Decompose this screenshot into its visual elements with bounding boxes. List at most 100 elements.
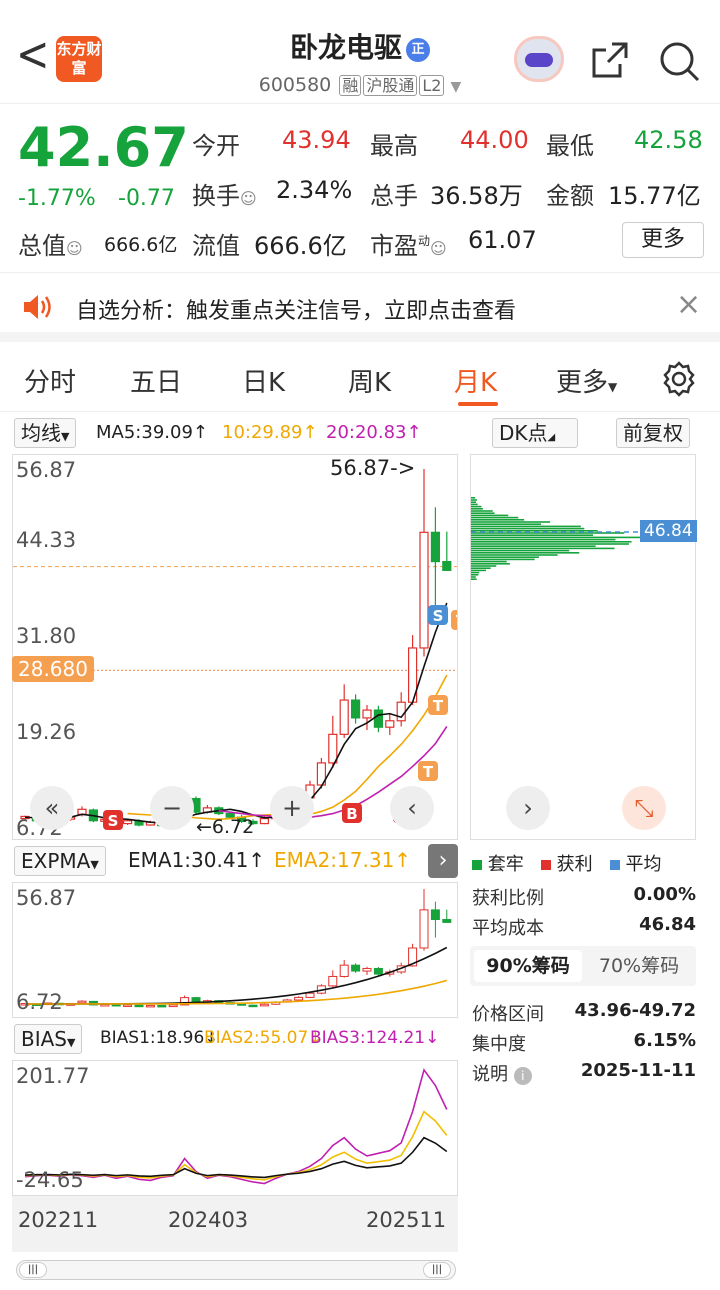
zoom-out-icon[interactable]: − (150, 786, 194, 830)
candle-body (77, 1000, 87, 1004)
expma-select[interactable]: EXPMA▼ (14, 846, 106, 876)
signal-label: T (456, 612, 457, 630)
change-pct: -1.77% (18, 186, 96, 211)
candle-body (305, 992, 315, 998)
expma-y-bottom: 6.72 (16, 990, 63, 1014)
share-icon[interactable] (590, 40, 630, 80)
close-icon[interactable]: × (676, 287, 701, 322)
tab-70-chips[interactable]: 70%筹码 (586, 950, 692, 982)
verified-badge: 正 (406, 38, 430, 62)
candle-body (373, 709, 383, 728)
chips-legend: 套牢 获利 平均 (472, 850, 662, 876)
chip-bar (471, 519, 525, 521)
x-label-3: 202511 (366, 1208, 447, 1232)
pe-label: 市盈动☺ (370, 232, 447, 260)
high-label: 最高 (370, 132, 418, 160)
range-scrollbar[interactable]: ||| ||| (16, 1260, 456, 1280)
chip-bar (471, 523, 541, 525)
avg-cost-tag: 46.84 (640, 520, 697, 542)
chip-bar (471, 541, 632, 543)
tab-90-chips[interactable]: 90%筹码 (474, 950, 582, 982)
alert-banner[interactable]: 自选分析：触发重点关注信号，立即点击查看 × (0, 272, 720, 342)
bias2-line (24, 1110, 448, 1181)
bias-select[interactable]: BIAS▼ (14, 1024, 83, 1054)
left-handle-icon[interactable]: ||| (19, 1262, 47, 1278)
candle-body (419, 909, 429, 949)
y-label-4: 19.26 (16, 720, 77, 744)
chip-bar (471, 525, 581, 528)
ema1-line (24, 946, 448, 1005)
stock-code: 600580 (258, 74, 332, 96)
dk-point-button[interactable]: DK点◢ (492, 418, 578, 448)
tab-five-day[interactable]: 五日 (130, 362, 182, 399)
pe-value: 61.07 (468, 226, 537, 254)
y-label-3: 31.80 (16, 624, 77, 648)
candle-body (339, 964, 349, 977)
right-handle-icon[interactable]: ||| (423, 1262, 451, 1278)
kline-chart[interactable]: BBTTTSS (12, 454, 458, 840)
chip-bar (471, 521, 551, 523)
y-label-top: 56.87 (16, 458, 77, 482)
chip-bar (471, 536, 644, 539)
x-label-1: 202211 (18, 1208, 99, 1232)
chip-bar (471, 512, 495, 514)
signal-label: S (433, 607, 444, 625)
tab-more[interactable]: 更多▼ (556, 362, 617, 399)
indicator-select[interactable]: 均线▼ (14, 418, 77, 448)
float-mcap-value: 666.6亿 (254, 232, 347, 260)
chip-bar (471, 578, 477, 580)
tab-daily-k[interactable]: 日K (242, 362, 285, 399)
chip-bar (471, 549, 570, 552)
candle-body (385, 720, 395, 728)
scroll-prev-icon[interactable]: ‹ (390, 786, 434, 830)
candle-body (419, 531, 429, 649)
expma-chart[interactable] (12, 882, 458, 1018)
chip-bar (471, 569, 487, 572)
search-icon[interactable] (658, 40, 702, 84)
tab-minute[interactable]: 分时 (24, 362, 76, 399)
scroll-left-icon[interactable]: « (30, 786, 74, 830)
chip-bar (471, 538, 616, 541)
profit-ratio-value: 0.00% (633, 884, 696, 905)
max-label: 56.87-> (330, 456, 416, 480)
tab-weekly-k[interactable]: 周K (348, 362, 391, 399)
note-label[interactable]: 说明 i (472, 1060, 532, 1086)
x-label-2: 202403 (168, 1208, 249, 1232)
mcap-label: 总值☺ (18, 232, 83, 260)
chip-bar (471, 510, 493, 512)
candle-body (134, 1004, 144, 1008)
more-button[interactable]: 更多 (622, 222, 704, 258)
collapse-icon[interactable]: › (428, 844, 458, 878)
active-tab-indicator (458, 402, 498, 406)
settings-icon[interactable] (660, 360, 698, 398)
chip-distribution[interactable] (470, 454, 696, 840)
ema2-value: EMA2:17.31↑ (274, 848, 412, 872)
chip-bar (471, 503, 478, 506)
candle-body (294, 996, 304, 1001)
candle-body (442, 919, 452, 923)
bias1-line (24, 1136, 448, 1179)
x-axis: 202211 202403 202511 (12, 1196, 458, 1252)
chevron-right-icon[interactable]: › (506, 786, 550, 830)
concentration-value: 6.15% (633, 1030, 696, 1051)
candle-body (259, 1003, 269, 1007)
tab-monthly-k[interactable]: 月K (454, 362, 497, 399)
info-icon: ☺ (430, 239, 447, 258)
chip-bar (471, 563, 510, 565)
chevron-down-icon: ▼ (450, 79, 462, 95)
chip-bar (471, 545, 596, 547)
signal-label: B (346, 805, 357, 823)
candle-body (328, 733, 338, 764)
robot-avatar-icon[interactable] (514, 36, 564, 82)
low-value: 42.58 (634, 126, 703, 154)
chip-bar (471, 501, 477, 503)
bias3-value: BIAS3:124.21↓ (310, 1028, 440, 1048)
adjust-select[interactable]: 前复权 (616, 418, 690, 448)
tag-level2: L2 (419, 75, 445, 96)
chip-bar (471, 552, 580, 554)
top-bar: < 东方财富 卧龙电驱正 600580 融沪股通 L2 ▼ (0, 0, 720, 104)
zoom-in-icon[interactable]: + (270, 786, 314, 830)
expand-icon[interactable]: ⤡ (622, 786, 666, 830)
bias2-value: BIAS2:55.07↓ (204, 1028, 323, 1048)
chip-bar (471, 534, 594, 536)
